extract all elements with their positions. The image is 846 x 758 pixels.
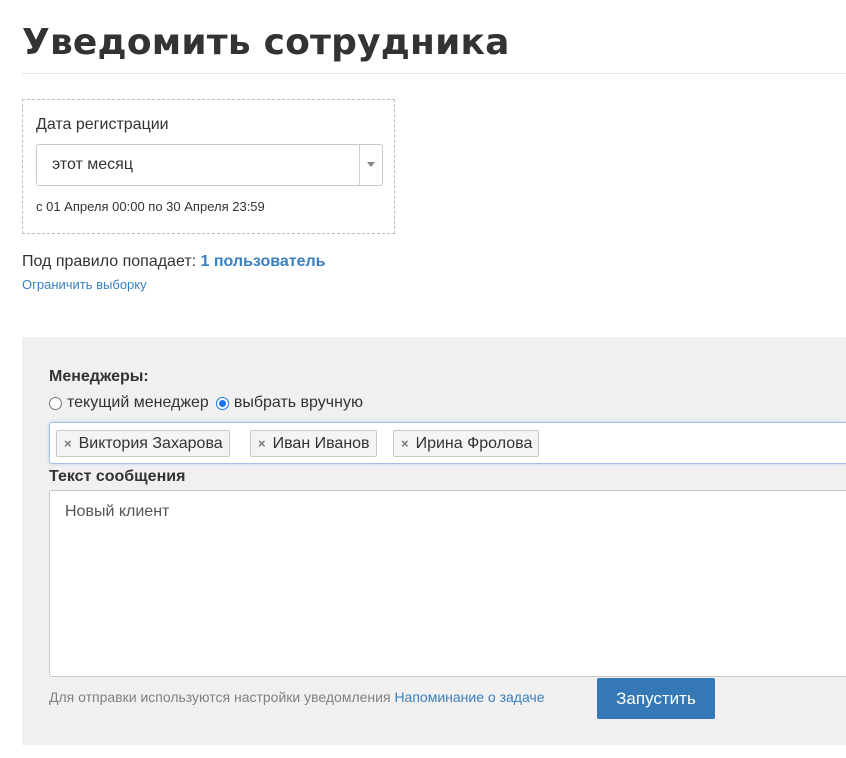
date-range-text: с 01 Апреля 00:00 по 30 Апреля 23:59 [36,199,265,214]
manager-tag: × Ирина Фролова [393,430,540,457]
caret-down-icon [367,162,375,167]
managers-tag-input[interactable]: × Виктория Захарова × Иван Иванов × Ирина Ф… [49,422,846,464]
close-icon[interactable]: × [64,431,72,456]
radio-manual-select-label[interactable]: выбрать вручную [234,394,363,412]
matched-users-link[interactable]: 1 пользователь [201,253,326,270]
select-toggle[interactable] [359,145,382,185]
managers-label: Менеджеры: [49,368,149,385]
message-textarea[interactable]: Новый клиент [49,490,846,677]
close-icon[interactable]: × [401,431,409,456]
filter-label: Дата регистрации [36,116,169,133]
close-icon[interactable]: × [258,431,266,456]
registration-period-select[interactable]: этот месяц [36,144,383,186]
radio-current-manager-label[interactable]: текущий менеджер [67,394,209,412]
manager-tag: × Иван Иванов [250,430,377,457]
message-value: Новый клиент [65,503,170,520]
task-reminder-link[interactable]: Напоминание о задаче [394,689,544,705]
limit-selection-link[interactable]: Ограничить выборку [22,277,147,292]
title-divider [22,73,846,74]
notification-panel: Менеджеры: текущий менеджер выбрать вруч… [22,337,846,745]
manager-tag-label: Иван Иванов [272,435,370,452]
settings-note-text: Для отправки используются настройки увед… [49,689,391,705]
match-prefix: Под правило попадает: [22,253,197,270]
manager-tag-label: Виктория Захарова [78,435,223,452]
radio-manual-select[interactable] [215,396,229,410]
radio-current-manager[interactable] [49,396,62,410]
registration-date-filter: Дата регистрации этот месяц с 01 Апреля … [22,99,395,234]
message-label: Текст сообщения [49,468,186,485]
manager-tag-label: Ирина Фролова [415,435,533,452]
notify-employee-page: Уведомить сотрудника Дата регистрации эт… [0,0,846,758]
manager-tag: × Виктория Захарова [56,430,230,457]
match-summary: Под правило попадает: 1 пользователь [22,253,326,271]
manager-mode-radios: текущий менеджер выбрать вручную [49,394,370,412]
settings-note: Для отправки используются настройки увед… [49,689,545,705]
page-title: Уведомить сотрудника [22,22,510,63]
select-value: этот месяц [52,156,134,173]
run-button[interactable]: Запустить [597,678,715,719]
